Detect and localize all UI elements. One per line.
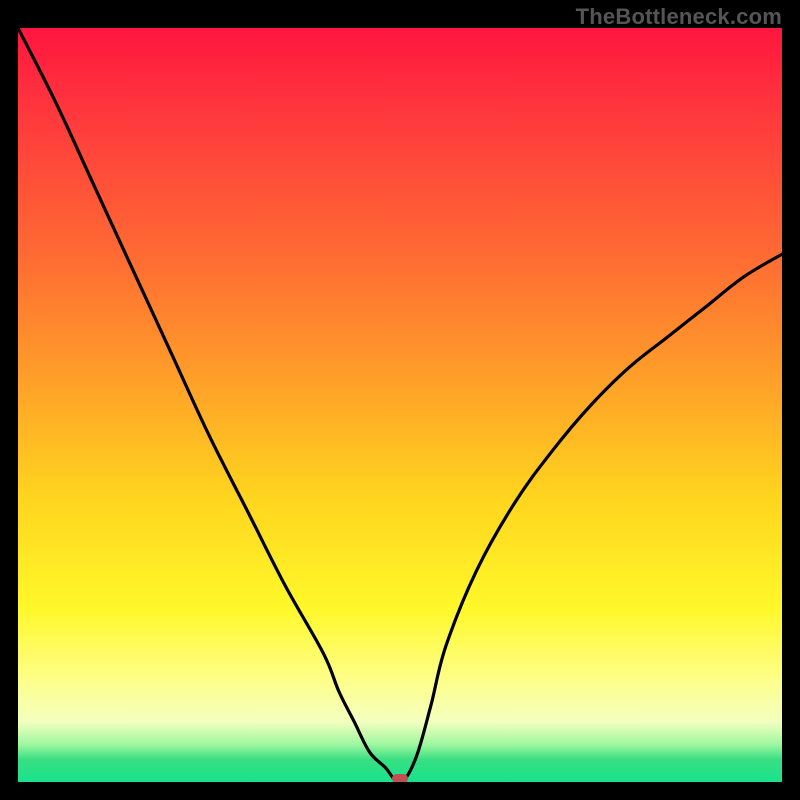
minimum-marker-icon xyxy=(392,774,408,782)
chart-frame: TheBottleneck.com xyxy=(0,0,800,800)
curve-svg xyxy=(18,28,782,782)
watermark-text: TheBottleneck.com xyxy=(576,4,782,30)
plot-area xyxy=(18,28,782,782)
bottleneck-curve-path xyxy=(18,28,782,782)
